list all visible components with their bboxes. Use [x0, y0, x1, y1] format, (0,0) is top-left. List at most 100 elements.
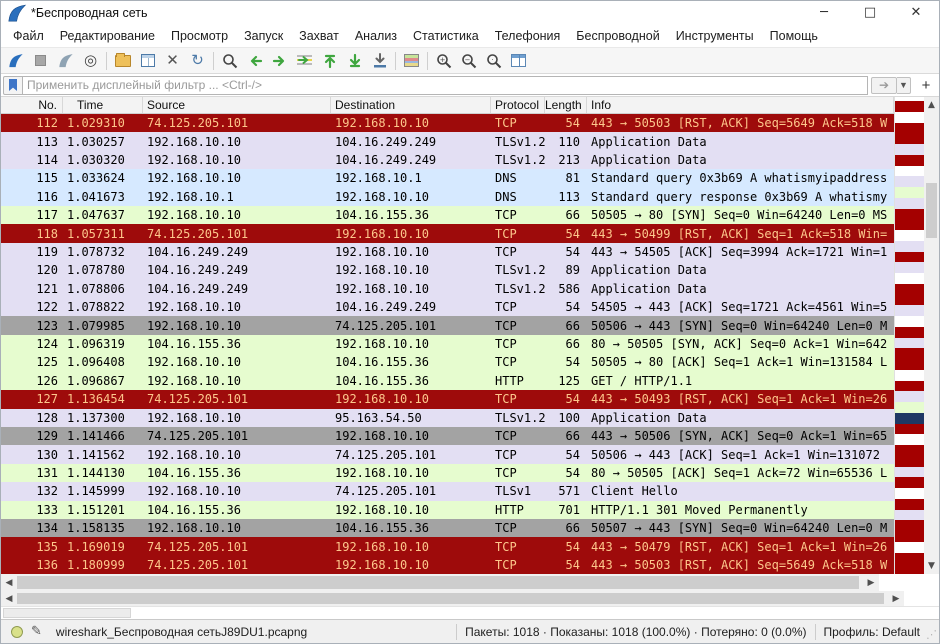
source-cell: 192.168.10.10 [143, 153, 331, 167]
start-capture-button[interactable] [3, 50, 28, 72]
packet-row-131[interactable]: 1311.144130104.16.155.36192.168.10.10TCP… [1, 464, 894, 482]
expert-info-icon[interactable] [11, 626, 23, 638]
packet-row-122[interactable]: 1221.078822192.168.10.10104.16.249.249TC… [1, 298, 894, 316]
vertical-scroll-track[interactable] [924, 113, 939, 558]
go-forward-button[interactable] [267, 50, 292, 72]
menu-item[interactable]: Запуск [236, 26, 291, 46]
packet-row-127[interactable]: 1271.13645474.125.205.101192.168.10.10TC… [1, 390, 894, 408]
minimap-stripe [895, 520, 924, 531]
packet-row-135[interactable]: 1351.16901974.125.205.101192.168.10.10TC… [1, 537, 894, 555]
column-header-protocol[interactable]: Protocol [491, 97, 545, 113]
maximize-button[interactable]: □ [847, 1, 893, 24]
open-file-button[interactable] [110, 50, 135, 72]
close-file-button[interactable]: ✕ [160, 50, 185, 72]
add-filter-button[interactable]: + [917, 76, 935, 94]
menu-item[interactable]: Телефония [487, 26, 569, 46]
packet-row-114[interactable]: 1141.030320192.168.10.10104.16.249.249TL… [1, 151, 894, 169]
scroll-up-button[interactable]: ▲ [924, 97, 939, 113]
save-file-button[interactable] [135, 50, 160, 72]
packet-row-129[interactable]: 1291.14146674.125.205.101192.168.10.10TC… [1, 427, 894, 445]
packet-row-126[interactable]: 1261.096867192.168.10.10104.16.155.36HTT… [1, 372, 894, 390]
menu-item[interactable]: Помощь [762, 26, 826, 46]
packet-row-115[interactable]: 1151.033624192.168.10.10192.168.10.1DNS8… [1, 169, 894, 187]
stop-capture-button[interactable] [28, 50, 53, 72]
packet-row-121[interactable]: 1211.078806104.16.249.249192.168.10.10TL… [1, 280, 894, 298]
packet-row-117[interactable]: 1171.047637192.168.10.10104.16.155.36TCP… [1, 206, 894, 224]
scroll-right-button-2[interactable]: ▶ [888, 591, 904, 606]
filter-bookmark-button[interactable] [3, 76, 23, 95]
column-header-info[interactable]: Info [587, 97, 894, 113]
menu-item[interactable]: Редактирование [52, 26, 163, 46]
packet-row-113[interactable]: 1131.030257192.168.10.10104.16.249.249TL… [1, 132, 894, 150]
menu-item[interactable]: Инструменты [668, 26, 762, 46]
hscroll-track[interactable] [17, 574, 863, 591]
vertical-scrollbar[interactable]: ▲ ▼ [924, 97, 939, 574]
menu-item[interactable]: Файл [5, 26, 52, 46]
packet-row-130[interactable]: 1301.141562192.168.10.1074.125.205.101TC… [1, 445, 894, 463]
go-last-packet-button[interactable] [342, 50, 367, 72]
restart-capture-icon [58, 53, 74, 68]
close-button[interactable]: ✕ [893, 1, 939, 24]
capture-options-button[interactable]: ◎ [78, 50, 103, 72]
scroll-left-button-2[interactable]: ◀ [1, 591, 17, 606]
collapsed-pane-handle[interactable] [3, 608, 131, 618]
column-header-destination[interactable]: Destination [331, 97, 491, 113]
menu-item[interactable]: Беспроводной [568, 26, 667, 46]
hscroll-thumb-2[interactable] [17, 593, 884, 604]
scroll-down-button[interactable]: ▼ [924, 558, 939, 574]
colorize-packets-button[interactable] [399, 50, 424, 72]
menu-item[interactable]: Статистика [405, 26, 487, 46]
zoom-reset-button[interactable]: · [481, 50, 506, 72]
restart-capture-button[interactable] [53, 50, 78, 72]
hscroll-thumb[interactable] [17, 576, 859, 589]
menu-item[interactable]: Захват [291, 26, 347, 46]
packet-row-132[interactable]: 1321.145999192.168.10.1074.125.205.101TL… [1, 482, 894, 500]
column-header-length[interactable]: Length [545, 97, 587, 113]
display-filter-input[interactable] [23, 76, 868, 95]
packet-row-120[interactable]: 1201.078780104.16.249.249192.168.10.10TL… [1, 261, 894, 279]
minimize-button[interactable]: ─ [801, 1, 847, 24]
zoom-out-button[interactable]: − [456, 50, 481, 72]
go-first-packet-button[interactable] [317, 50, 342, 72]
find-packet-button[interactable] [217, 50, 242, 72]
column-header-no[interactable]: No. [1, 97, 63, 113]
column-header-time[interactable]: Time [63, 97, 143, 113]
packet-row-136[interactable]: 1361.18099974.125.205.101192.168.10.10TC… [1, 556, 894, 574]
menu-item[interactable]: Анализ [347, 26, 405, 46]
packet-list-hscrollbar[interactable]: ◀ ▶ [1, 574, 939, 591]
packet-row-134[interactable]: 1341.158135192.168.10.10104.16.155.36TCP… [1, 519, 894, 537]
apply-filter-button[interactable]: ➔ [871, 77, 897, 94]
capture-comment-icon[interactable]: ✎ [31, 624, 42, 639]
packet-row-119[interactable]: 1191.078732104.16.249.249192.168.10.10TC… [1, 243, 894, 261]
menu-bar: ФайлРедактированиеПросмотрЗапускЗахватАн… [1, 24, 939, 48]
packet-row-118[interactable]: 1181.05731174.125.205.101192.168.10.10TC… [1, 224, 894, 242]
vertical-scroll-thumb[interactable] [926, 183, 937, 238]
scroll-left-button[interactable]: ◀ [1, 574, 17, 591]
minimap-stripe [895, 510, 924, 521]
reload-file-button[interactable]: ↻ [185, 50, 210, 72]
protocol-cell: HTTP [491, 374, 545, 388]
filter-dropdown-caret[interactable]: ▼ [897, 77, 911, 94]
packet-row-116[interactable]: 1161.041673192.168.10.1192.168.10.10DNS1… [1, 188, 894, 206]
secondary-hscrollbar[interactable]: ◀ ▶ [1, 591, 939, 606]
menu-item[interactable]: Просмотр [163, 26, 236, 46]
scroll-right-button[interactable]: ▶ [863, 574, 879, 591]
no-cell: 130 [1, 448, 63, 462]
auto-scroll-button[interactable] [367, 50, 392, 72]
hscroll-track-2[interactable] [17, 591, 888, 606]
profile-label[interactable]: Профиль: Default [824, 625, 921, 639]
packet-row-112[interactable]: 1121.02931074.125.205.101192.168.10.10TC… [1, 114, 894, 132]
resize-columns-button[interactable] [506, 50, 531, 72]
zoom-in-button[interactable]: + [431, 50, 456, 72]
packet-row-133[interactable]: 1331.151201104.16.155.36192.168.10.10HTT… [1, 501, 894, 519]
go-to-packet-button[interactable] [292, 50, 317, 72]
resize-grip[interactable]: ⋰ [926, 628, 937, 641]
packet-row-125[interactable]: 1251.096408192.168.10.10104.16.155.36TCP… [1, 353, 894, 371]
column-header-source[interactable]: Source [143, 97, 331, 113]
packet-row-123[interactable]: 1231.079985192.168.10.1074.125.205.101TC… [1, 316, 894, 334]
intelligent-scrollbar-minimap[interactable] [894, 97, 924, 574]
packet-row-124[interactable]: 1241.096319104.16.155.36192.168.10.10TCP… [1, 335, 894, 353]
toolbar-separator [395, 52, 396, 70]
packet-row-128[interactable]: 1281.137300192.168.10.1095.163.54.50TLSv… [1, 409, 894, 427]
go-back-button[interactable] [242, 50, 267, 72]
